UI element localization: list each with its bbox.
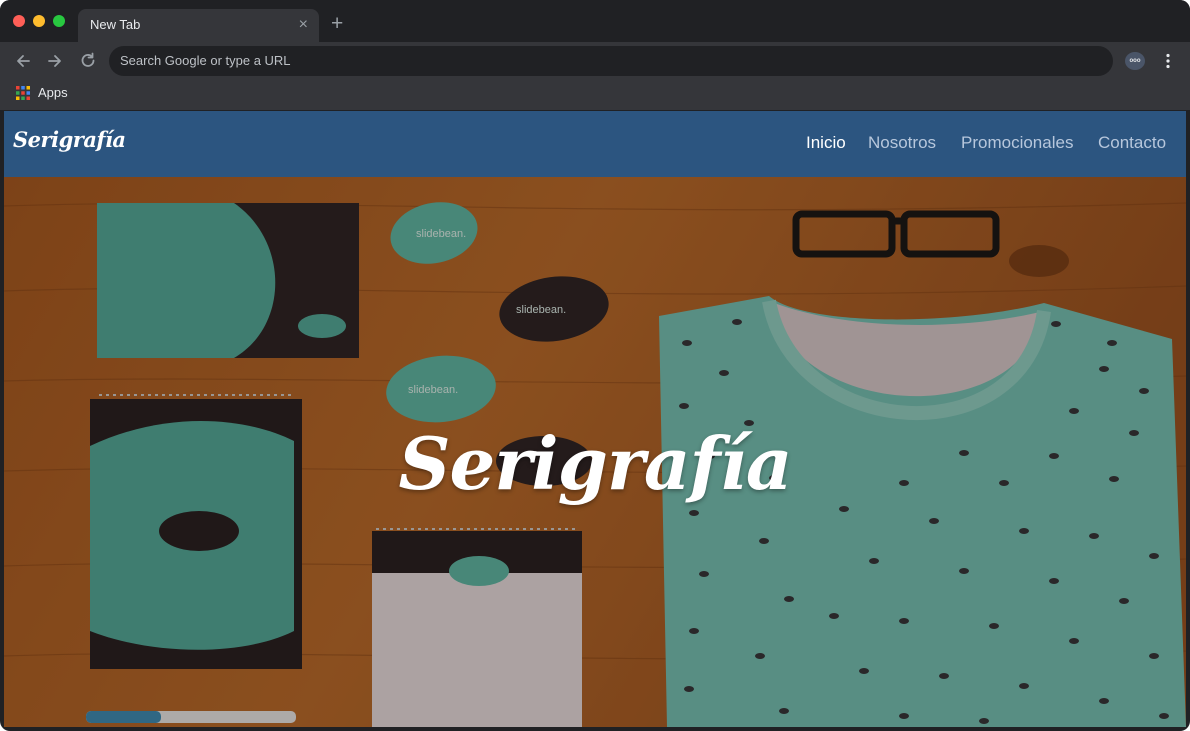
profile-avatar-icon[interactable]: ooo [1125,52,1145,70]
browser-toolbar: Search Google or type a URL ooo [0,42,1190,80]
reload-icon[interactable] [78,51,98,71]
tab-new-tab[interactable]: New Tab × [78,9,319,42]
page-viewport: Serigrafía Inicio Nosotros Promocionales… [4,111,1186,727]
minimize-window-button[interactable] [33,15,45,27]
close-window-button[interactable] [13,15,25,27]
browser-window: New Tab × + Search Google or type a URL … [0,0,1190,731]
maximize-window-button[interactable] [53,15,65,27]
new-tab-button[interactable]: + [331,12,343,36]
nav-link-promocionales[interactable]: Promocionales [961,133,1073,153]
bookmark-apps-label[interactable]: Apps [38,85,68,100]
nav-link-inicio[interactable]: Inicio [806,133,846,153]
tab-close-icon[interactable]: × [299,16,308,34]
tab-strip: New Tab × + [0,0,1190,42]
bookmarks-bar: Apps [0,80,1190,110]
kebab-menu-icon[interactable] [1158,51,1178,71]
tab-title: New Tab [90,17,141,32]
address-bar-placeholder: Search Google or type a URL [120,53,291,68]
back-arrow-icon[interactable] [13,51,33,71]
hero-title: Serigrafía [398,421,793,506]
site-logo[interactable]: Serigrafía [13,127,126,152]
apps-grid-icon[interactable] [16,86,30,100]
nav-link-contacto[interactable]: Contacto [1098,133,1166,153]
hero-overlay [4,111,1186,727]
nav-link-nosotros[interactable]: Nosotros [868,133,936,153]
site-navbar: Serigrafía Inicio Nosotros Promocionales… [4,111,1186,177]
forward-arrow-icon[interactable] [45,51,65,71]
address-bar[interactable]: Search Google or type a URL [109,46,1113,76]
